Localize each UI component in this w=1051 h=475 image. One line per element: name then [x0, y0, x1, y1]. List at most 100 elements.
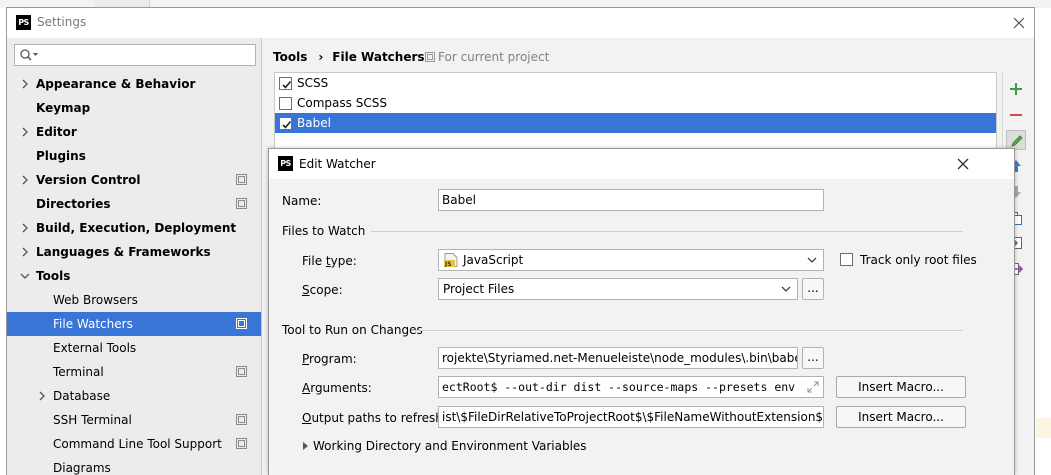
project-scope-icon — [236, 318, 247, 329]
watcher-label: Babel — [297, 116, 331, 130]
sidebar-item-label: Diagrams — [53, 461, 111, 475]
chevron-right-icon[interactable] — [37, 391, 47, 401]
project-scope-icon — [236, 174, 247, 185]
tool-section-title: Tool to Run on Changes — [282, 323, 423, 337]
sidebar-item[interactable]: Diagrams — [7, 456, 261, 475]
chevron-right-icon[interactable] — [20, 223, 30, 233]
arguments-value: ectRoot$ --out-dir dist --source-maps --… — [442, 380, 796, 394]
file-type-select[interactable]: JS JavaScript — [438, 249, 824, 271]
phpstorm-logo-icon: PS — [16, 15, 31, 30]
program-label: Program: — [302, 352, 357, 366]
chevron-right-icon[interactable] — [20, 247, 30, 257]
sidebar-item-label: Languages & Frameworks — [36, 245, 211, 259]
dialog-close-button[interactable] — [952, 153, 974, 175]
edit-watcher-dialog: PS Edit Watcher Name: Babel Files to Wat… — [268, 148, 1015, 475]
js-file-icon: JS — [444, 253, 458, 267]
chevron-down-icon — [807, 257, 817, 263]
breadcrumb-separator: › — [318, 50, 324, 64]
phpstorm-logo-icon: PS — [278, 156, 293, 171]
track-root-label: Track only root files — [860, 253, 977, 267]
sidebar-item[interactable]: File Watchers — [7, 312, 261, 336]
sidebar-item-label: Command Line Tool Support — [53, 437, 222, 451]
watcher-row[interactable]: SCSS — [275, 73, 996, 93]
watcher-enabled-checkbox[interactable] — [279, 97, 292, 110]
sidebar-item-label: Appearance & Behavior — [36, 77, 196, 91]
svg-text:JS: JS — [444, 261, 452, 267]
edit-watcher-button[interactable] — [1006, 130, 1026, 150]
sidebar-item[interactable]: Keymap — [7, 96, 261, 120]
watcher-enabled-checkbox[interactable] — [279, 117, 292, 130]
sidebar-item[interactable]: Tools — [7, 264, 261, 288]
scope-select[interactable]: Project Files — [438, 278, 798, 300]
sidebar-item-label: Keymap — [36, 101, 91, 115]
output-paths-input[interactable]: ist\$FileDirRelativeToProjectRoot$\$File… — [438, 406, 824, 428]
sidebar-item-label: Web Browsers — [53, 293, 138, 307]
window-titlebar: PS Settings — [7, 8, 1034, 38]
files-to-watch-title: Files to Watch — [282, 224, 366, 238]
plus-icon — [1010, 83, 1022, 95]
checkmark-icon — [282, 80, 292, 89]
window-close-button[interactable] — [1008, 12, 1030, 34]
sidebar-item[interactable]: Appearance & Behavior — [7, 72, 261, 96]
file-type-value: JavaScript — [463, 253, 524, 267]
background-right — [1036, 8, 1051, 475]
sidebar-item[interactable]: Editor — [7, 120, 261, 144]
watcher-row[interactable]: Babel — [275, 113, 996, 133]
expand-icon[interactable] — [807, 381, 819, 393]
breadcrumb-parent[interactable]: Tools — [273, 48, 307, 66]
sidebar-item[interactable]: Version Control — [7, 168, 261, 192]
add-watcher-button[interactable] — [1006, 79, 1026, 99]
sidebar-item[interactable]: Plugins — [7, 144, 261, 168]
watcher-row[interactable]: Compass SCSS — [275, 93, 996, 113]
arguments-input[interactable]: ectRoot$ --out-dir dist --source-maps --… — [438, 376, 824, 398]
scope-value: Project Files — [443, 282, 515, 296]
chevron-right-icon[interactable] — [20, 175, 30, 185]
output-paths-label: Output paths to refresh: — [302, 411, 447, 425]
sidebar-item[interactable]: Build, Execution, Deployment — [7, 216, 261, 240]
triangle-right-icon — [303, 442, 308, 450]
project-scope-icon — [236, 438, 247, 449]
arguments-label: Arguments: — [302, 381, 372, 395]
line-number: 5 — [107, 0, 113, 2]
remove-watcher-button[interactable] — [1006, 105, 1026, 125]
chevron-right-icon[interactable] — [20, 127, 30, 137]
background-highlight — [1036, 418, 1051, 438]
sidebar-item-label: File Watchers — [53, 317, 133, 331]
close-icon — [957, 158, 969, 170]
chevron-down-icon[interactable] — [20, 271, 30, 281]
sidebar-item[interactable]: Database — [7, 384, 261, 408]
files-to-watch-divider — [371, 231, 963, 232]
scope-browse-button[interactable]: ... — [802, 278, 824, 300]
sidebar-item[interactable]: Command Line Tool Support — [7, 432, 261, 456]
chevron-right-icon[interactable] — [20, 79, 30, 89]
project-scope-icon — [236, 198, 247, 209]
breadcrumb-current: File Watchers — [332, 50, 425, 64]
checkmark-icon — [282, 120, 292, 129]
watcher-enabled-checkbox[interactable] — [279, 77, 292, 90]
name-label: Name: — [282, 194, 322, 208]
project-scope-icon — [425, 52, 435, 62]
sidebar-item[interactable]: Languages & Frameworks — [7, 240, 261, 264]
sidebar-item-label: Terminal — [53, 365, 104, 379]
name-input[interactable]: Babel — [438, 189, 824, 211]
arguments-insert-macro-button[interactable]: Insert Macro... — [836, 376, 966, 398]
window-title: Settings — [37, 15, 87, 29]
sidebar-item-label: Version Control — [36, 173, 141, 187]
pencil-icon — [1011, 135, 1023, 147]
settings-search-input[interactable] — [14, 44, 256, 66]
watcher-label: SCSS — [297, 76, 329, 90]
track-root-checkbox[interactable] — [840, 253, 853, 266]
sidebar-item-label: External Tools — [53, 341, 137, 355]
program-browse-button[interactable]: ... — [802, 347, 824, 369]
sidebar-item-label: Plugins — [36, 149, 86, 163]
program-input[interactable]: rojekte\Styriamed.net-Menueleiste\node_m… — [438, 347, 798, 369]
sidebar-item[interactable]: Directories — [7, 192, 261, 216]
sidebar-item[interactable]: External Tools — [7, 336, 261, 360]
sidebar-item[interactable]: Terminal — [7, 360, 261, 384]
output-paths-insert-macro-button[interactable]: Insert Macro... — [836, 406, 966, 428]
watcher-label: Compass SCSS — [297, 96, 387, 110]
scope-label: Scope: — [302, 283, 343, 297]
sidebar-item[interactable]: SSH Terminal — [7, 408, 261, 432]
sidebar-item[interactable]: Web Browsers — [7, 288, 261, 312]
project-scope-icon — [236, 414, 247, 425]
